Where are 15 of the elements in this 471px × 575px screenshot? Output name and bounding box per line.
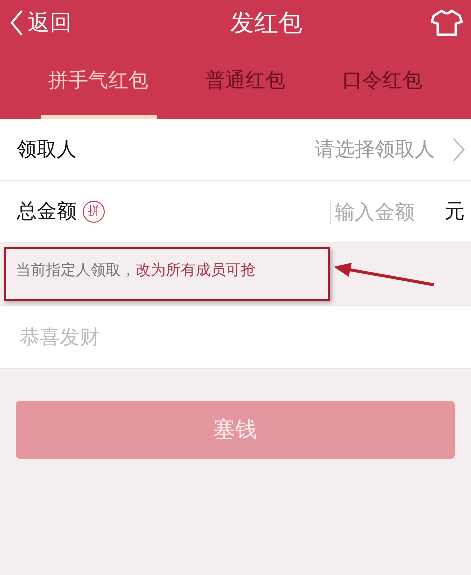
back-chevron-icon — [10, 10, 24, 36]
chevron-right-icon — [453, 138, 465, 162]
tab[interactable]: 普通红包 — [198, 46, 294, 119]
pin-badge: 拼 — [83, 200, 105, 222]
shirt-icon — [431, 9, 463, 37]
note-text: 当前指定人领取，改为所有成员可抢 — [16, 260, 256, 280]
back-button[interactable]: 返回 — [10, 8, 72, 38]
page-title: 发红包 — [230, 8, 302, 39]
recipient-picker[interactable]: 请选择领取人 — [315, 136, 465, 163]
switch-link[interactable]: 改为所有成员可抢 — [136, 260, 256, 278]
field-label: 总金额 — [17, 198, 77, 225]
unit-label: 元 — [445, 198, 465, 225]
tab[interactable]: 口令红包 — [334, 46, 430, 119]
shirt-button[interactable] — [431, 9, 463, 37]
field-label: 领取人 — [17, 136, 77, 163]
